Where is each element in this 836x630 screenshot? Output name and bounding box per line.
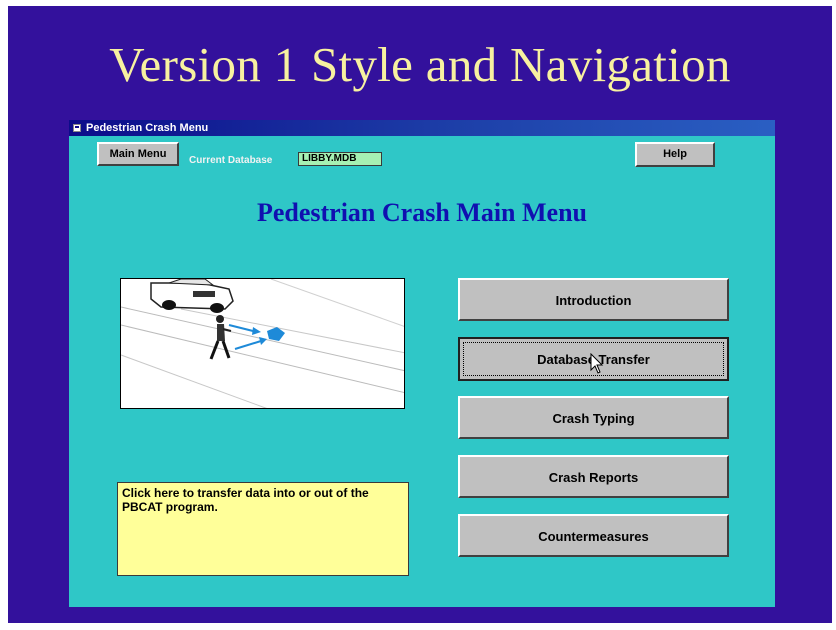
car-icon	[150, 279, 234, 313]
help-button[interactable]: Help	[635, 142, 715, 167]
pedestrian-crash-window: Pedestrian Crash Menu Main Menu Current …	[69, 120, 775, 607]
introduction-button[interactable]: Introduction	[458, 278, 729, 321]
introduction-button-label: Introduction	[555, 293, 632, 308]
crossing-scene-icon	[121, 279, 404, 408]
crash-reports-button[interactable]: Crash Reports	[458, 455, 729, 498]
crash-reports-button-label: Crash Reports	[548, 470, 639, 485]
mouse-pointer-icon	[590, 353, 604, 374]
countermeasures-button[interactable]: Countermeasures	[458, 514, 729, 557]
help-button-label: Help	[663, 148, 687, 160]
countermeasures-button-label: Countermeasures	[538, 529, 649, 544]
window-title: Pedestrian Crash Menu	[86, 122, 209, 134]
current-database-field[interactable]: LIBBY.MDB	[298, 152, 382, 166]
main-menu-button[interactable]: Main Menu	[97, 142, 179, 166]
window-icon	[73, 124, 81, 132]
presentation-slide: Version 1 Style and Navigation Pedestria…	[8, 6, 832, 623]
window-titlebar[interactable]: Pedestrian Crash Menu	[69, 120, 775, 136]
pedestrian-icon	[209, 315, 232, 360]
crash-typing-button-label: Crash Typing	[552, 411, 635, 426]
direction-arrows-icon	[228, 324, 285, 350]
pedestrian-crossing-illustration	[120, 278, 405, 409]
current-database-label: Current Database	[189, 155, 273, 166]
slide-title: Version 1 Style and Navigation	[109, 37, 731, 92]
crash-typing-button[interactable]: Crash Typing	[458, 396, 729, 439]
status-message: Click here to transfer data into or out …	[117, 482, 409, 576]
main-menu-button-label: Main Menu	[109, 148, 167, 160]
main-menu-heading: Pedestrian Crash Main Menu	[256, 198, 588, 227]
